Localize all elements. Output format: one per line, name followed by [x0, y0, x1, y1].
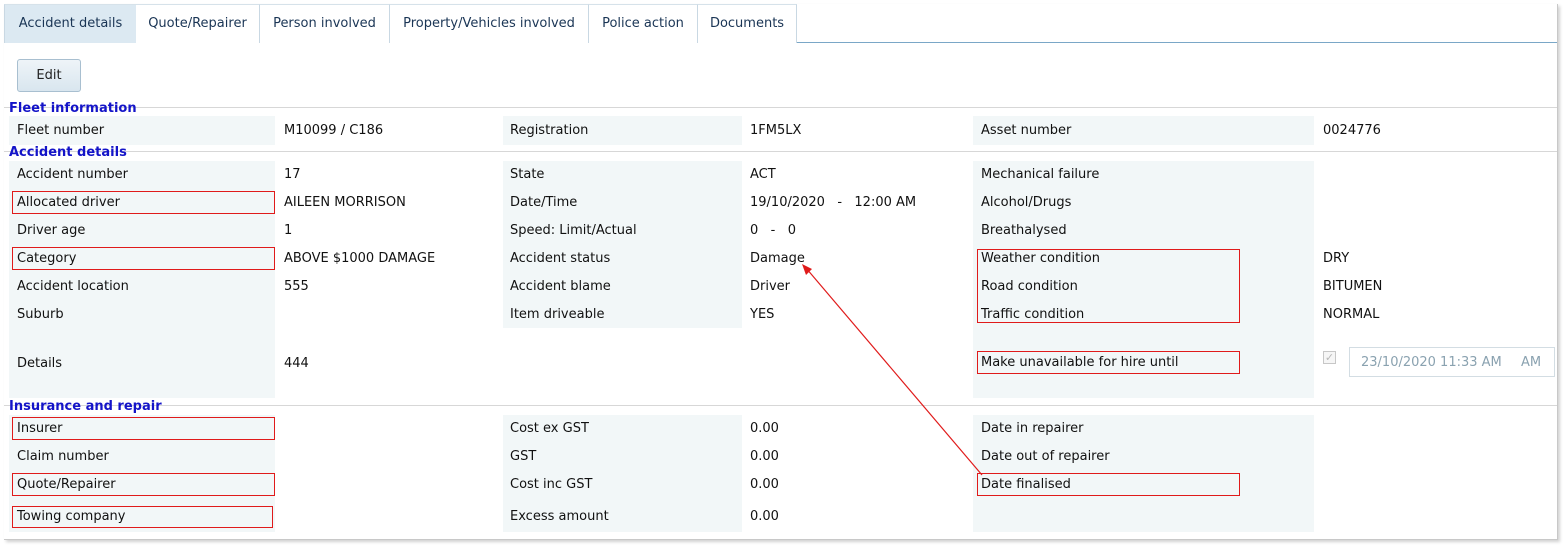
annotation-arrow — [802, 264, 983, 476]
